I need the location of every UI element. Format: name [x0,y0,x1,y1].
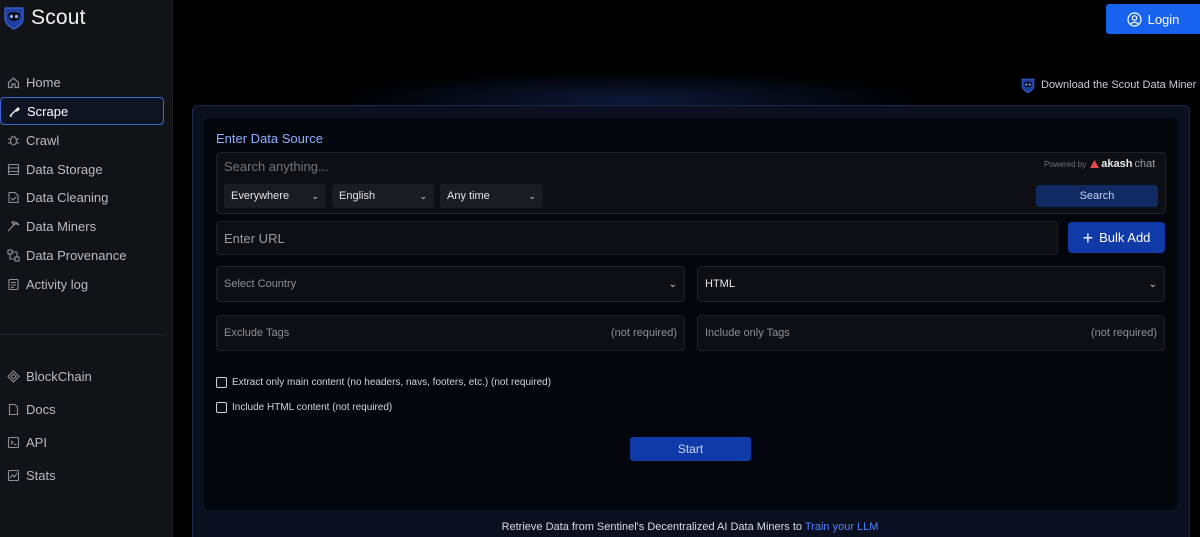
search-input[interactable] [224,156,824,176]
chevron-down-icon: ⌄ [668,278,677,290]
login-button[interactable]: Login [1106,4,1200,34]
search-button[interactable]: Search [1036,185,1158,207]
not-required-hint: (not required) [1090,327,1157,339]
sidebar-item-label: Data Miners [26,218,97,234]
download-miner-link[interactable]: Download the Scout Data Miner [1020,75,1196,95]
main-content-checkbox-row[interactable]: Extract only main content (no headers, n… [216,375,551,389]
include-tags-placeholder: Include only Tags [705,327,790,339]
html-content-checkbox[interactable] [216,401,227,413]
akash-logo-icon [1090,160,1100,168]
cleaning-icon [7,191,20,204]
time-dropdown-value: Any time [447,190,490,202]
format-select-value: HTML [705,278,735,290]
sidebar: Scout Home Scrape Crawl Data Storage Dat… [0,0,173,537]
sidebar-item-label: BlockChain [26,368,92,384]
sidebar-item-blockchain[interactable]: BlockChain [0,362,164,390]
sidebar-item-crawl[interactable]: Crawl [0,126,164,154]
main-content-checkbox[interactable] [216,376,227,388]
sidebar-item-scrape[interactable]: Scrape [0,97,164,125]
language-dropdown[interactable]: English ⌄ [332,184,434,208]
sidebar-item-label: Data Cleaning [26,189,109,205]
sidebar-divider [0,334,164,335]
train-llm-link[interactable]: Train your LLM [805,521,879,533]
chevron-down-icon: ⌄ [528,190,536,201]
html-content-checkbox-row[interactable]: Include HTML content (not required) [216,400,392,414]
app-name: Scout [31,6,86,29]
html-content-checkbox-label: Include HTML content (not required) [232,401,393,413]
api-icon [7,436,20,449]
sidebar-item-data-miners[interactable]: Data Miners [0,212,164,240]
chevron-down-icon: ⌄ [1148,278,1157,290]
chevron-down-icon: ⌄ [419,190,427,201]
docs-icon [7,403,20,416]
start-button[interactable]: Start [630,437,751,461]
sidebar-item-home[interactable]: Home [0,68,164,96]
sidebar-item-label: Crawl [26,132,60,148]
scope-dropdown[interactable]: Everywhere ⌄ [224,184,326,208]
akash-chat-label: chat [1134,158,1156,170]
url-input[interactable]: Enter URL [216,221,1058,255]
sidebar-item-data-provenance[interactable]: Data Provenance [0,241,164,269]
user-icon [1126,11,1142,27]
sidebar-item-label: Data Storage [26,161,103,177]
blockchain-icon [7,369,20,383]
exclude-tags-input[interactable]: Exclude Tags (not required) [216,315,685,351]
sidebar-item-data-cleaning[interactable]: Data Cleaning [0,183,164,211]
login-label: Login [1147,11,1180,27]
time-dropdown[interactable]: Any time ⌄ [440,184,543,208]
sidebar-item-activity-log[interactable]: Activity log [0,270,164,298]
sidebar-item-label: Data Provenance [26,247,127,263]
bug-icon [7,134,20,147]
sidebar-item-stats[interactable]: Stats [0,461,164,489]
include-tags-input[interactable]: Include only Tags (not required) [697,315,1165,351]
sidebar-item-label: Activity log [26,276,89,292]
bulk-add-label: Bulk Add [1099,230,1151,245]
sidebar-item-docs[interactable]: Docs [0,395,164,423]
sidebar-item-label: API [26,434,47,450]
chevron-down-icon: ⌄ [311,190,319,201]
footer-description: Retrieve Data from Sentinel's Decentrali… [501,521,805,533]
sidebar-item-label: Scrape [27,103,69,119]
akash-chat-logo: akash chat [1090,158,1155,170]
exclude-tags-placeholder: Exclude Tags [224,327,290,339]
download-miner-label: Download the Scout Data Miner [1041,79,1197,91]
main-content-checkbox-label: Extract only main content (no headers, n… [232,376,552,388]
section-title: Enter Data Source [216,131,323,146]
provenance-icon [7,248,20,262]
sidebar-item-label: Docs [26,401,56,417]
bulk-add-button[interactable]: + Bulk Add [1068,222,1165,253]
language-dropdown-value: English [339,190,376,202]
footer-text: Retrieve Data from Sentinel's Decentrali… [0,521,1200,533]
scope-dropdown-value: Everywhere [231,190,290,202]
miners-icon [7,220,20,233]
akash-label: akash [1101,158,1133,170]
sidebar-item-label: Stats [26,467,56,483]
stats-icon [7,469,20,482]
not-required-hint: (not required) [610,327,677,339]
country-select[interactable]: Select Country ⌄ [216,266,685,302]
storage-icon [7,163,20,176]
sidebar-item-api[interactable]: API [0,428,164,456]
sidebar-item-label: Home [26,74,61,90]
powered-by-label: Powered by [1044,159,1087,169]
format-select[interactable]: HTML ⌄ [697,266,1165,302]
scout-logo-small-icon [1021,78,1035,93]
sidebar-item-data-storage[interactable]: Data Storage [0,155,164,183]
country-select-placeholder: Select Country [224,278,297,290]
home-icon [7,76,20,89]
plus-icon: + [1082,227,1094,248]
activity-log-icon [7,278,20,291]
scout-logo-icon [4,7,24,30]
brand[interactable]: Scout [2,4,86,32]
powered-by: Powered by akash chat [1044,158,1155,170]
scrape-icon [8,105,21,118]
